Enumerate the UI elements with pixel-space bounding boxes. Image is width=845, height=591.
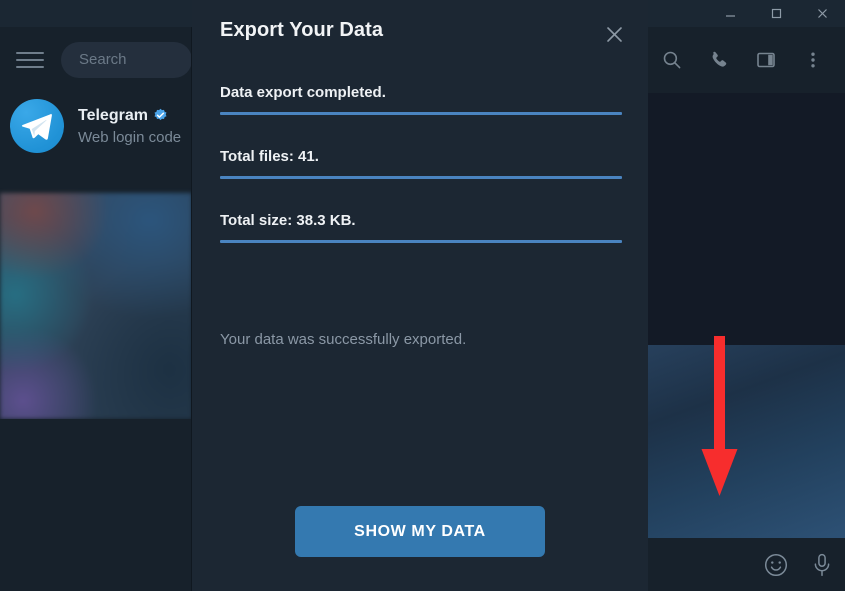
export-step-progressbar bbox=[220, 176, 622, 179]
export-step-label: Total size: 38.3 KB. bbox=[220, 212, 356, 229]
sidebar-empty-area bbox=[0, 419, 192, 591]
chat-list-sidebar: Search Telegram Web login code bbox=[0, 27, 192, 591]
microphone-icon[interactable] bbox=[809, 552, 835, 578]
window-controls bbox=[707, 0, 845, 27]
export-step: Data export completed. bbox=[220, 84, 622, 115]
minimize-button[interactable] bbox=[707, 0, 753, 27]
blurred-media-preview bbox=[0, 193, 192, 419]
phone-call-icon[interactable] bbox=[695, 27, 742, 93]
search-placeholder: Search bbox=[79, 51, 127, 68]
search-input[interactable]: Search bbox=[61, 41, 192, 78]
chat-list-item-telegram[interactable]: Telegram Web login code bbox=[0, 92, 192, 160]
message-composer bbox=[648, 538, 845, 591]
chat-pane bbox=[648, 27, 845, 591]
chat-toolbar bbox=[648, 27, 845, 93]
export-success-note: Your data was successfully exported. bbox=[220, 331, 467, 348]
sidebar-header: Search bbox=[0, 27, 192, 92]
telegram-paper-plane-icon bbox=[21, 113, 52, 140]
sidebar-panel-icon[interactable] bbox=[743, 27, 790, 93]
telegram-desktop-window: Search Telegram Web login code Export Yo… bbox=[0, 0, 845, 591]
export-step-label: Total files: 41. bbox=[220, 148, 319, 165]
export-step-progressbar bbox=[220, 112, 622, 115]
maximize-button[interactable] bbox=[753, 0, 799, 27]
chat-title: Telegram bbox=[78, 106, 148, 124]
close-button[interactable] bbox=[799, 0, 845, 27]
export-step-progressbar bbox=[220, 240, 622, 243]
hamburger-menu-icon[interactable] bbox=[16, 46, 44, 74]
export-progress-steps: Data export completed. Total files: 41. … bbox=[220, 84, 622, 276]
avatar bbox=[10, 99, 64, 153]
message-image-bubble[interactable] bbox=[648, 345, 845, 538]
search-icon[interactable] bbox=[648, 27, 695, 93]
dialog-title: Export Your Data bbox=[220, 19, 384, 41]
chat-meta: Telegram Web login code bbox=[78, 107, 181, 146]
show-my-data-button[interactable]: SHOW MY DATA bbox=[295, 506, 545, 557]
chat-subtitle: Web login code bbox=[78, 128, 182, 146]
export-data-dialog: Export Your Data Data export completed. … bbox=[192, 0, 738, 591]
dialog-close-icon[interactable] bbox=[600, 20, 628, 48]
export-step: Total size: 38.3 KB. bbox=[220, 212, 622, 243]
chat-title-row: Telegram bbox=[78, 107, 181, 125]
emoji-smiley-icon[interactable] bbox=[763, 552, 789, 578]
export-step-label: Data export completed. bbox=[220, 84, 386, 101]
more-vertical-icon[interactable] bbox=[790, 27, 837, 93]
export-step: Total files: 41. bbox=[220, 148, 622, 179]
verified-badge-icon bbox=[154, 108, 167, 121]
